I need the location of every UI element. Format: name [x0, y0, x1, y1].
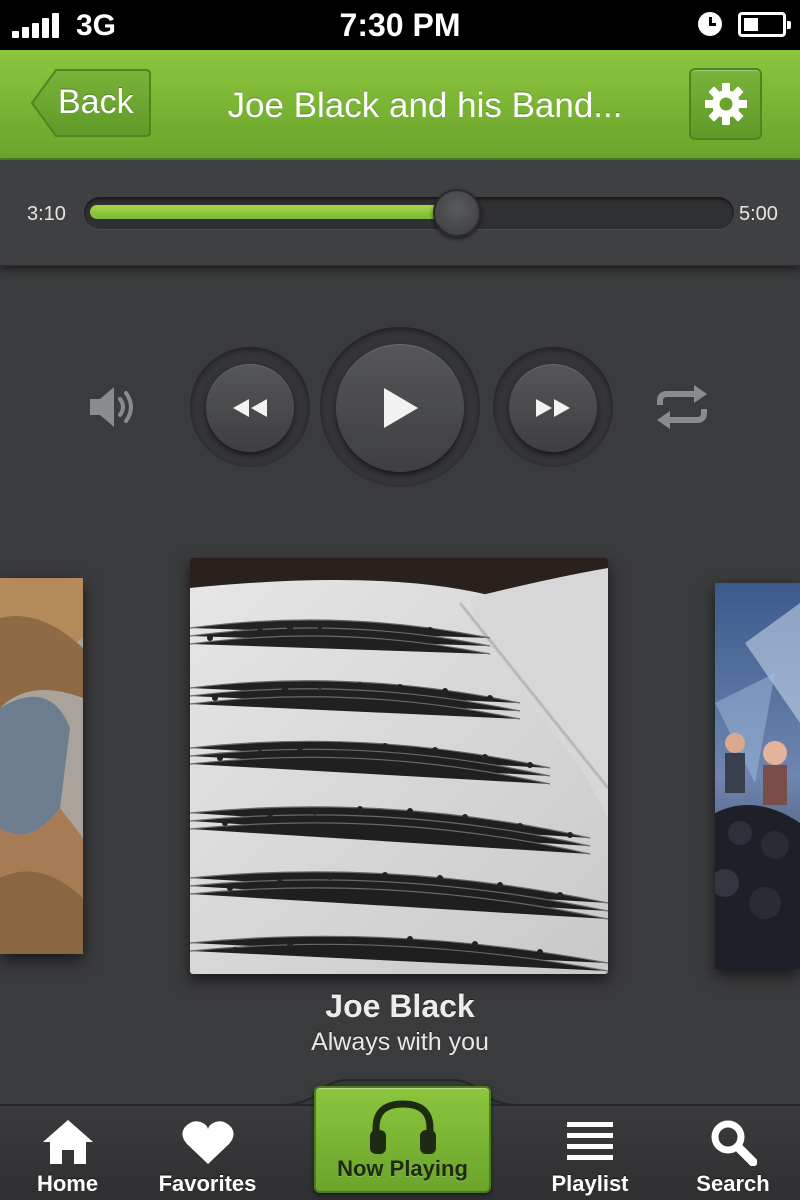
- tab-label-now-playing: Now Playing: [337, 1156, 468, 1181]
- fast-forward-button[interactable]: [509, 364, 597, 452]
- headphones-icon: [369, 1100, 436, 1154]
- progress-thumb[interactable]: [433, 189, 481, 237]
- now-playing-artist: Joe Black: [325, 988, 475, 1024]
- gear-icon: [705, 83, 747, 125]
- heart-icon: [181, 1121, 234, 1164]
- album-cover-next[interactable]: [715, 583, 800, 969]
- elapsed-time: 3:10: [27, 203, 66, 225]
- tab-now-playing[interactable]: Now Playing: [314, 1086, 491, 1193]
- rewind-button[interactable]: [206, 364, 294, 452]
- alarm-icon: [698, 12, 722, 36]
- volume-icon[interactable]: [88, 382, 142, 432]
- back-button[interactable]: Back: [30, 67, 152, 139]
- progress-fill: [90, 205, 457, 219]
- tab-label-playlist: Playlist: [551, 1171, 629, 1196]
- search-icon: [711, 1120, 757, 1166]
- list-icon: [567, 1122, 613, 1160]
- status-bar: 3G 7:30 PM: [0, 0, 800, 50]
- total-time: 5:00: [739, 203, 778, 225]
- album-cover-current[interactable]: [190, 558, 608, 974]
- tab-home[interactable]: Home: [20, 1106, 115, 1200]
- tab-label-home: Home: [36, 1171, 99, 1196]
- nav-bar: Back Joe Black and his Band...: [0, 50, 800, 160]
- fast-forward-icon: [536, 399, 570, 417]
- tab-label-favorites: Favorites: [158, 1171, 257, 1196]
- album-cover-previous[interactable]: [0, 578, 83, 954]
- play-button[interactable]: [336, 344, 464, 472]
- settings-button[interactable]: [689, 68, 762, 140]
- now-playing-song: Always with you: [311, 1028, 489, 1056]
- page-title: Joe Black and his Band...: [227, 86, 623, 125]
- status-time: 7:30 PM: [339, 7, 461, 43]
- repeat-icon[interactable]: [652, 383, 712, 431]
- tab-favorites[interactable]: Favorites: [145, 1106, 270, 1200]
- progress-track[interactable]: [84, 197, 734, 229]
- play-icon: [384, 388, 418, 428]
- home-icon: [42, 1120, 93, 1164]
- tab-search[interactable]: Search: [683, 1106, 783, 1200]
- tab-label-search: Search: [696, 1171, 770, 1196]
- back-label: Back: [58, 83, 134, 121]
- battery-icon: [738, 12, 791, 37]
- rewind-icon: [233, 399, 267, 417]
- tab-playlist[interactable]: Playlist: [540, 1106, 640, 1200]
